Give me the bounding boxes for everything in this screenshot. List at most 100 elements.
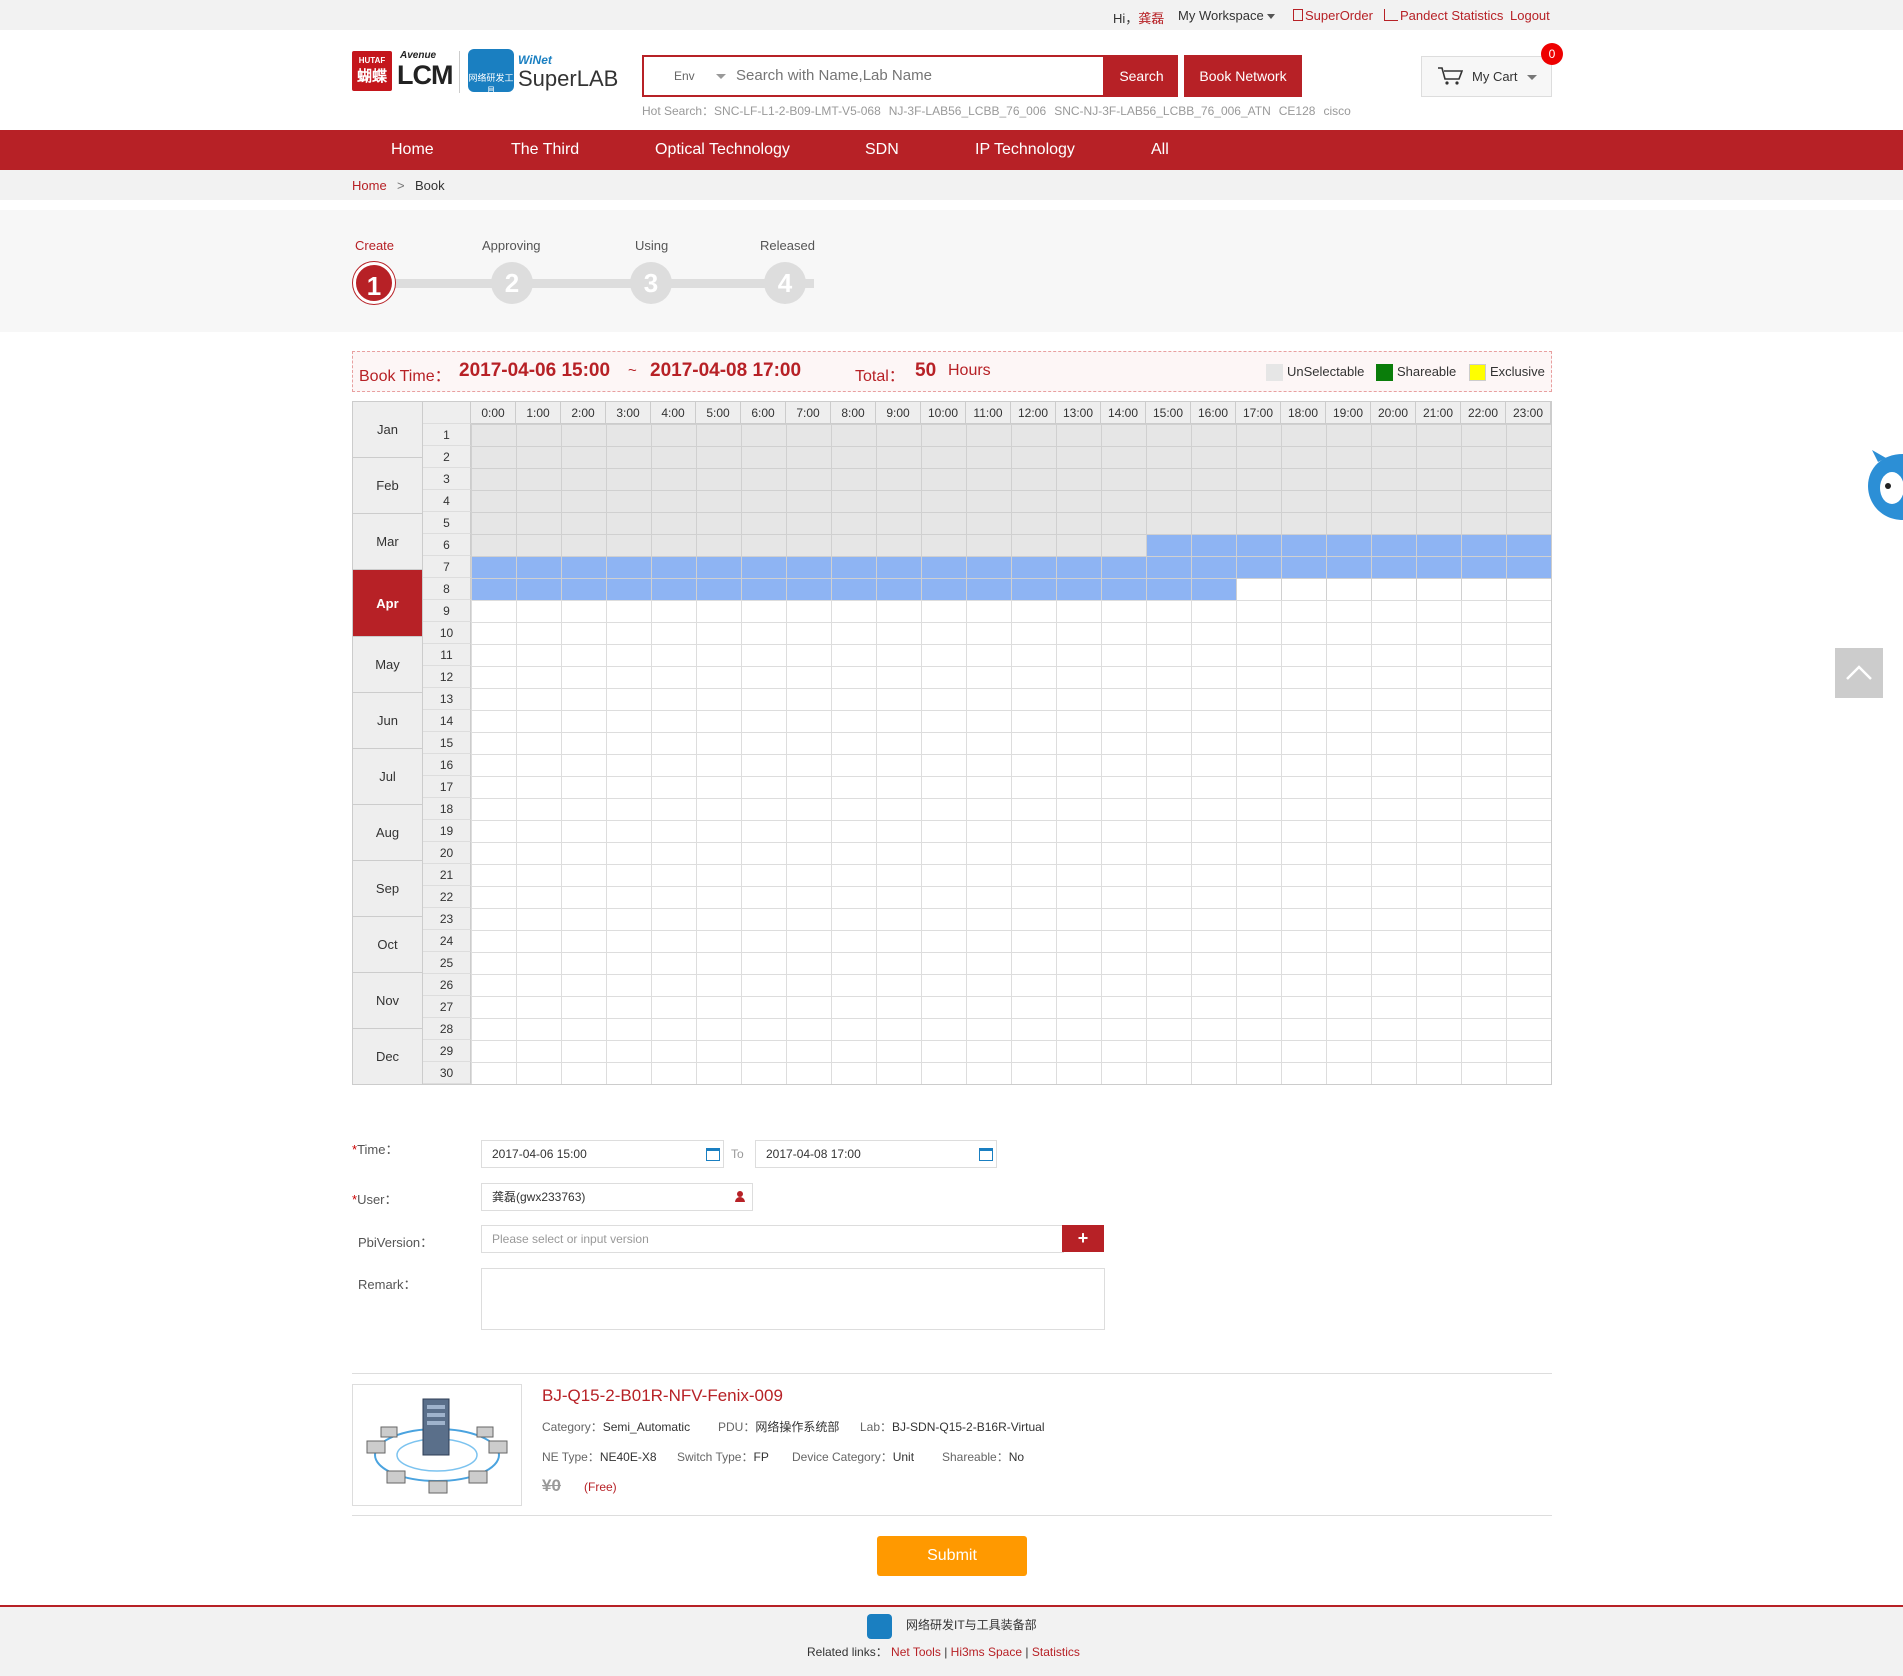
footer-link-net-tools[interactable]: Net Tools — [891, 1645, 941, 1659]
day-label: 7 — [423, 556, 471, 578]
user-field[interactable]: 龚磊(gwx233763) — [481, 1183, 753, 1211]
month-nov[interactable]: Nov — [353, 973, 423, 1029]
month-sep[interactable]: Sep — [353, 861, 423, 917]
time-end-field[interactable]: 2017-04-08 17:00 — [755, 1140, 997, 1168]
hour-label: 1:00 — [516, 402, 561, 424]
total-unit: Hours — [948, 362, 991, 379]
hot-search-item[interactable]: NJ-3F-LAB56_LCBB_76_006 — [889, 104, 1046, 118]
chevron-up-icon — [1846, 665, 1872, 680]
hour-label: 20:00 — [1371, 402, 1416, 424]
search-input[interactable] — [732, 57, 1102, 95]
add-version-button[interactable]: + — [1062, 1225, 1104, 1252]
book-network-button[interactable]: Book Network — [1184, 55, 1302, 97]
legend-swatch-exclusive — [1469, 364, 1486, 381]
step-label-approving: Approving — [482, 238, 541, 253]
month-apr[interactable]: Apr — [353, 570, 423, 637]
hour-label: 2:00 — [561, 402, 606, 424]
day-label: 25 — [423, 952, 471, 974]
hour-label: 15:00 — [1146, 402, 1191, 424]
cart-button[interactable]: My Cart — [1421, 56, 1552, 97]
user-label: *User： — [352, 1192, 398, 1207]
nav-all[interactable]: All — [1151, 130, 1169, 170]
month-mar[interactable]: Mar — [353, 514, 423, 570]
username-link[interactable]: 龚磊 — [1138, 11, 1164, 26]
breadcrumb-home[interactable]: Home — [352, 178, 387, 193]
hour-label: 23:00 — [1506, 402, 1551, 424]
day-label: 16 — [423, 754, 471, 776]
nav-optical-technology[interactable]: Optical Technology — [655, 130, 790, 170]
product-title[interactable]: BJ-Q15-2-B01R-NFV-Fenix-009 — [542, 1386, 783, 1406]
logout-link[interactable]: Logout — [1510, 8, 1550, 23]
month-jul[interactable]: Jul — [353, 749, 423, 805]
footer-link-statistics[interactable]: Statistics — [1032, 1645, 1080, 1659]
search-button[interactable]: Search — [1105, 55, 1178, 97]
user-icon[interactable] — [735, 1191, 745, 1203]
step-circle-2: 2 — [491, 262, 533, 304]
product-image[interactable] — [352, 1384, 522, 1506]
footer-link-hi3ms-space[interactable]: Hi3ms Space — [951, 1645, 1022, 1659]
nav-sdn[interactable]: SDN — [865, 130, 899, 170]
nav-ip-technology[interactable]: IP Technology — [975, 130, 1075, 170]
logo-lcm-text: LCM — [397, 60, 453, 90]
hot-search-item[interactable]: CE128 — [1279, 104, 1316, 118]
hot-search-item[interactable]: SNC-NJ-3F-LAB56_LCBB_76_006_ATN — [1054, 104, 1271, 118]
superlab-logo[interactable]: WiNet SuperLAB — [518, 54, 618, 92]
total-value: 50 — [915, 360, 937, 381]
day-label: 19 — [423, 820, 471, 842]
step-label-create: Create — [355, 238, 395, 253]
time-start-field[interactable]: 2017-04-06 15:00 — [481, 1140, 724, 1168]
hot-search-item[interactable]: cisco — [1323, 104, 1350, 118]
hour-label: 11:00 — [966, 402, 1011, 424]
step-circle-3: 3 — [630, 262, 672, 304]
hour-label: 10:00 — [921, 402, 966, 424]
day-label: 30 — [423, 1062, 471, 1084]
nav-home[interactable]: Home — [391, 130, 434, 170]
day-label: 6 — [423, 534, 471, 556]
product-device-category: Device Category：Unit — [792, 1450, 915, 1464]
main-nav: Home The Third Optical Technology SDN IP… — [0, 130, 1903, 170]
back-to-top-button[interactable] — [1835, 648, 1883, 698]
assistant-mascot-icon[interactable] — [1862, 448, 1903, 528]
hour-label: 18:00 — [1281, 402, 1326, 424]
day-label: 9 — [423, 600, 471, 622]
hour-label: 8:00 — [831, 402, 876, 424]
nav-the-third[interactable]: The Third — [511, 130, 579, 170]
day-label: 4 — [423, 490, 471, 512]
remark-textarea[interactable] — [481, 1268, 1105, 1330]
workspace-menu[interactable]: My Workspace — [1178, 8, 1276, 23]
hutaf-logo[interactable]: HUTAF 蝴蝶 — [352, 51, 392, 91]
day-label: 1 — [423, 424, 471, 446]
month-oct[interactable]: Oct — [353, 917, 423, 973]
superorder-link[interactable]: SuperOrder — [1293, 8, 1373, 23]
remark-label: Remark： — [358, 1277, 417, 1292]
month-may[interactable]: May — [353, 637, 423, 693]
month-jun[interactable]: Jun — [353, 693, 423, 749]
book-time-tilde: ~ — [628, 362, 637, 379]
logo-winet-text: WiNet — [518, 53, 552, 67]
pandect-statistics-link[interactable]: Pandect Statistics — [1384, 8, 1503, 23]
month-jan[interactable]: Jan — [353, 402, 423, 458]
month-feb[interactable]: Feb — [353, 458, 423, 514]
product-price: ¥0 — [542, 1476, 561, 1495]
env-select[interactable]: Env — [644, 57, 726, 95]
time-slot-grid[interactable] — [471, 424, 1551, 1084]
submit-button[interactable]: Submit — [877, 1536, 1027, 1576]
book-time-label: Book Time： — [359, 368, 451, 385]
lcm-logo: Avenue LCM — [397, 51, 453, 91]
book-time-start: 2017-04-06 15:00 — [459, 360, 611, 381]
month-dec[interactable]: Dec — [353, 1029, 423, 1084]
hour-label: 21:00 — [1416, 402, 1461, 424]
day-label: 15 — [423, 732, 471, 754]
hour-label: 14:00 — [1101, 402, 1146, 424]
month-aug[interactable]: Aug — [353, 805, 423, 861]
day-label: 3 — [423, 468, 471, 490]
pbiversion-input[interactable]: Please select or input version — [481, 1225, 1064, 1253]
legend-label-shareable: Shareable — [1397, 364, 1457, 379]
calendar-icon[interactable] — [979, 1148, 993, 1161]
hot-search-item[interactable]: SNC-LF-L1-2-B09-LMT-V5-068 — [714, 104, 881, 118]
hour-label: 19:00 — [1326, 402, 1371, 424]
total-label: Total： — [855, 368, 905, 385]
day-label: 28 — [423, 1018, 471, 1040]
cart-label: My Cart — [1472, 69, 1518, 84]
calendar-icon[interactable] — [706, 1148, 720, 1161]
